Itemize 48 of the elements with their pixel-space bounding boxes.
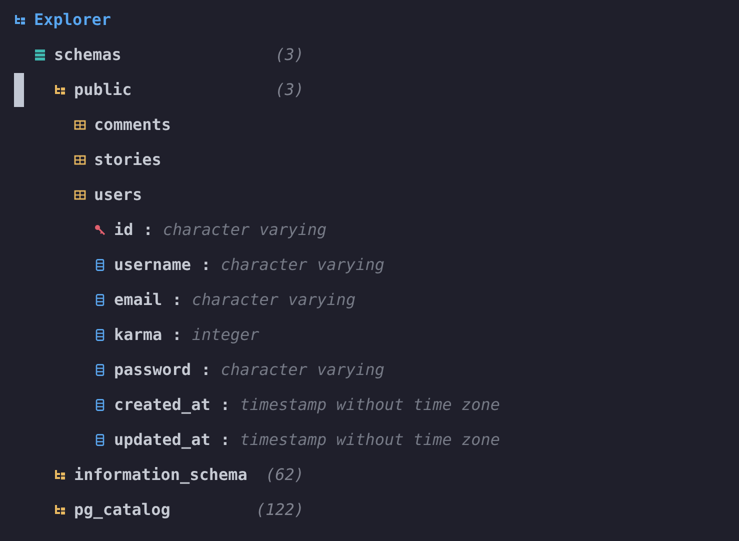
tree-item-label[interactable]: id — [114, 220, 134, 239]
hierarchy-icon — [54, 84, 66, 96]
column-type: character varying — [220, 255, 384, 274]
separator-colon: : — [201, 360, 211, 379]
tree-item-label[interactable]: comments — [94, 115, 172, 134]
separator-colon: : — [143, 220, 153, 239]
column-icon — [94, 364, 106, 376]
tree-item-label[interactable]: karma — [114, 325, 162, 344]
item-count: (62) — [264, 465, 304, 484]
item-count: (122) — [254, 500, 304, 519]
column-icon — [94, 294, 106, 306]
item-count: (3) — [274, 80, 304, 99]
column-type: timestamp without time zone — [240, 395, 500, 414]
separator-colon: : — [201, 255, 211, 274]
tree-item-label[interactable]: updated_at — [114, 430, 210, 449]
tree-item-label[interactable]: stories — [94, 150, 162, 169]
table-icon — [74, 118, 86, 130]
column-type: character varying — [162, 220, 327, 239]
hierarchy-icon — [54, 468, 66, 480]
separator-colon: : — [172, 325, 182, 344]
column-type: integer — [192, 325, 260, 344]
tree-item-label[interactable]: pg_catalog — [74, 500, 170, 519]
separator-colon: : — [220, 395, 230, 414]
column-type: character varying — [192, 290, 356, 309]
separator-colon: : — [220, 430, 230, 449]
column-icon — [94, 398, 106, 410]
tree-item-label[interactable]: schemas — [54, 45, 122, 64]
tree-item-label[interactable]: username — [114, 255, 192, 274]
table-icon — [74, 188, 86, 200]
column-icon — [94, 434, 106, 446]
stack-icon — [34, 48, 46, 60]
table-icon — [74, 154, 86, 166]
item-count: (3) — [274, 45, 304, 64]
tree-item-label[interactable]: users — [94, 185, 142, 204]
hierarchy-icon — [54, 504, 66, 516]
column-type: timestamp without time zone — [240, 430, 500, 449]
tree-item-label[interactable]: email — [114, 290, 162, 309]
column-icon — [94, 328, 106, 340]
column-icon — [94, 258, 106, 270]
tree-item-label[interactable]: created_at — [114, 395, 210, 414]
separator-colon: : — [172, 290, 182, 309]
panel-title: Explorer — [34, 10, 112, 29]
tree-item-label[interactable]: information_schema — [74, 465, 248, 484]
column-type: character varying — [220, 360, 384, 379]
tree-item-label[interactable]: password — [114, 360, 192, 379]
key-icon — [94, 224, 106, 236]
hierarchy-icon — [14, 14, 26, 26]
tree-item-label[interactable]: public — [74, 80, 132, 99]
